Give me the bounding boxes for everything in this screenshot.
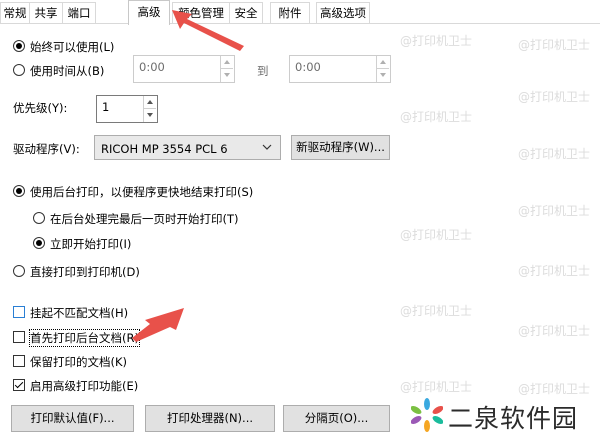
end-time-field[interactable]: 0:00 (289, 55, 391, 83)
always-available-label[interactable]: 始终可以使用(L) (30, 39, 114, 55)
spool-radio[interactable] (13, 185, 25, 197)
watermark-text: @打印机卫士 (518, 324, 591, 338)
annotation-arrow-icon (132, 308, 184, 342)
start-time-spinner[interactable] (220, 56, 234, 82)
driver-selected-value: RICOH MP 3554 PCL 6 (101, 142, 228, 156)
spool-label[interactable]: 使用后台打印，以便程序更快地结束打印(S) (30, 184, 253, 200)
new-driver-button[interactable]: 新驱动程序(W)... (291, 135, 390, 160)
watermark-text: @打印机卫士 (400, 228, 473, 242)
enable-advanced-checkbox[interactable] (13, 379, 25, 391)
priority-spinner[interactable] (143, 96, 157, 122)
priority-up-icon[interactable] (143, 96, 156, 109)
print-direct-label[interactable]: 直接打印到打印机(D) (30, 264, 140, 280)
tab-ports[interactable]: 端口 (62, 2, 96, 23)
available-from-label[interactable]: 使用时间从(B) (30, 63, 104, 79)
brand-logo-icon (411, 398, 443, 432)
tab-bar: 常规 共享 端口 高级 颜色管理 安全 附件 高级选项 (0, 0, 600, 25)
watermark-text: @打印机卫士 (400, 304, 473, 318)
separator-page-button[interactable]: 分隔页(O)... (283, 405, 390, 432)
start-time-up-icon[interactable] (220, 56, 233, 69)
keep-printed-label[interactable]: 保留打印的文档(K) (30, 354, 127, 370)
tab-advanced-options[interactable]: 高级选项 (316, 2, 370, 23)
print-processor-button[interactable]: 打印处理器(N)... (145, 405, 275, 432)
tab-advanced[interactable]: 高级 (128, 0, 170, 25)
start-time-value: 0:00 (139, 60, 165, 74)
priority-field[interactable]: 1 (96, 95, 158, 123)
print-direct-radio[interactable] (13, 265, 25, 277)
priority-down-icon[interactable] (143, 109, 156, 122)
start-after-last-page-radio[interactable] (33, 212, 45, 224)
watermark-text: @打印机卫士 (400, 380, 473, 394)
hold-mismatched-label[interactable]: 挂起不匹配文档(H) (30, 305, 128, 321)
end-time-spinner[interactable] (376, 56, 390, 82)
end-time-down-icon[interactable] (376, 69, 389, 82)
watermark-text: @打印机卫士 (518, 38, 591, 52)
hold-mismatched-checkbox[interactable] (13, 306, 25, 318)
watermark-text: @打印机卫士 (518, 147, 591, 161)
end-time-up-icon[interactable] (376, 56, 389, 69)
always-available-radio[interactable] (13, 40, 25, 52)
start-time-down-icon[interactable] (220, 69, 233, 82)
print-spooled-first-label[interactable]: 首先打印后台文档(R) (29, 329, 140, 347)
enable-advanced-label[interactable]: 启用高级打印功能(E) (30, 378, 138, 394)
watermark-text: @打印机卫士 (518, 382, 591, 396)
start-immediately-label[interactable]: 立即开始打印(I) (50, 236, 131, 252)
tab-general[interactable]: 常规 (0, 2, 30, 23)
watermark-text: @打印机卫士 (400, 110, 473, 124)
end-time-value: 0:00 (295, 60, 321, 74)
tab-attachments[interactable]: 附件 (270, 2, 310, 23)
annotation-arrow-icon (172, 10, 244, 51)
available-from-radio[interactable] (13, 64, 25, 76)
priority-value: 1 (102, 100, 110, 114)
watermark-text: @打印机卫士 (518, 264, 591, 278)
tab-sharing[interactable]: 共享 (29, 2, 63, 23)
keep-printed-checkbox[interactable] (13, 355, 25, 367)
printing-defaults-button[interactable]: 打印默认值(F)... (11, 405, 134, 432)
start-immediately-radio[interactable] (33, 237, 45, 249)
print-spooled-first-checkbox[interactable] (13, 331, 25, 343)
brand-name: 二泉软件园 (448, 404, 579, 433)
start-time-field[interactable]: 0:00 (133, 55, 235, 83)
driver-label: 驱动程序(V): (13, 142, 80, 156)
to-label: 到 (257, 64, 269, 78)
watermark-text: @打印机卫士 (400, 34, 473, 48)
driver-select[interactable]: RICOH MP 3554 PCL 6 (94, 135, 281, 160)
start-after-last-page-label[interactable]: 在后台处理完最后一页时开始打印(T) (50, 211, 239, 227)
watermark-text: @打印机卫士 (518, 90, 591, 104)
watermark-text: @打印机卫士 (518, 204, 591, 218)
chevron-down-icon (262, 144, 272, 150)
priority-label: 优先级(Y): (13, 101, 68, 115)
